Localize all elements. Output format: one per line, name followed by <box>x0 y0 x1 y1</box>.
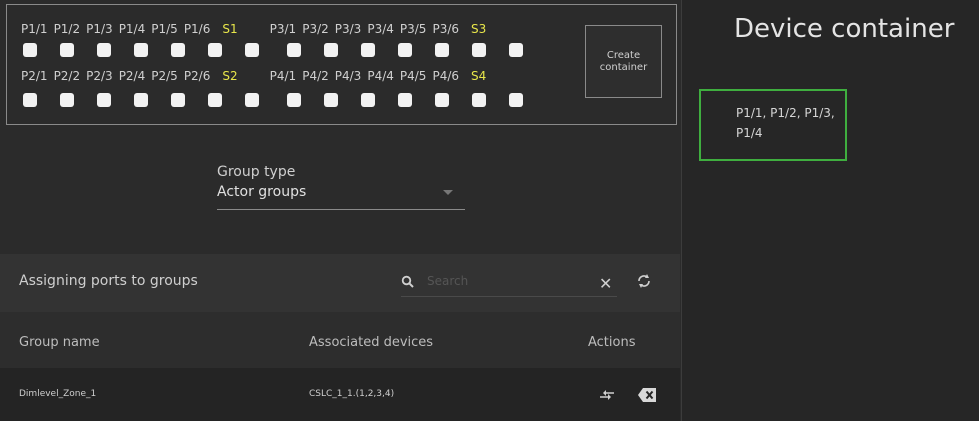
port-checkbox[interactable] <box>60 43 74 57</box>
port-checkbox[interactable] <box>208 43 222 57</box>
search-icon <box>401 274 415 293</box>
port-label: P4/5 <box>399 69 427 83</box>
port-label: P2/5 <box>151 69 178 83</box>
port-label: P3/1 <box>269 22 297 36</box>
port-label: P2/6 <box>183 69 211 83</box>
port-label: P4/4 <box>367 69 394 83</box>
dropdown-caret-icon <box>443 190 453 195</box>
port-labels-row-2: P2/1 P2/2 P2/3 P2/4 P2/5 P2/6 S2 P4/1 P4… <box>21 69 486 83</box>
port-checkbox[interactable] <box>60 93 74 107</box>
port-checkbox[interactable] <box>398 93 412 107</box>
clear-search-icon[interactable]: ✕ <box>599 274 612 293</box>
assign-header: Assigning ports to groups ✕ <box>0 254 680 312</box>
row-associated-devices: CSLC_1_1.(1,2,3,4) <box>309 389 395 399</box>
port-checkbox[interactable] <box>171 43 185 57</box>
slot-checkbox[interactable] <box>245 93 259 107</box>
port-label: P1/6 <box>183 22 211 36</box>
port-label: P2/2 <box>53 69 81 83</box>
port-label: P3/3 <box>334 22 362 36</box>
slot-checkbox[interactable] <box>509 43 523 57</box>
search-input[interactable] <box>425 273 579 289</box>
search-field[interactable] <box>401 271 617 297</box>
create-container-button[interactable]: Create container <box>585 25 662 98</box>
port-checkbox[interactable] <box>208 93 222 107</box>
port-checkbox[interactable] <box>361 43 375 57</box>
port-checkbox[interactable] <box>472 93 486 107</box>
port-checkbox[interactable] <box>324 43 338 57</box>
slot-label-s2: S2 <box>222 69 238 83</box>
col-actions: Actions <box>588 335 636 350</box>
port-label: P1/5 <box>151 22 178 36</box>
group-type-select[interactable]: Group type Actor groups <box>217 164 465 210</box>
group-type-dropdown[interactable]: Actor groups <box>217 184 465 210</box>
port-labels-row-1: P1/1 P1/2 P1/3 P1/4 P1/5 P1/6 S1 P3/1 P3… <box>21 22 486 36</box>
table-row[interactable]: Dimlevel_Zone_1 CSLC_1_1.(1,2,3,4) <box>0 368 680 421</box>
table-header: Group name Associated devices Actions <box>0 312 680 368</box>
group-type-label: Group type <box>217 164 296 180</box>
delete-icon[interactable] <box>637 387 657 406</box>
left-panel: P1/1 P1/2 P1/3 P1/4 P1/5 P1/6 S1 P3/1 P3… <box>0 0 680 421</box>
slot-label-s1: S1 <box>222 22 238 36</box>
assign-title: Assigning ports to groups <box>19 273 198 289</box>
port-label: P1/4 <box>118 22 146 36</box>
slot-checkbox[interactable] <box>509 93 523 107</box>
port-checkbox[interactable] <box>134 93 148 107</box>
device-container-panel: Device container P1/1, P1/2, P1/3, P1/4 <box>681 0 979 421</box>
port-label: P2/4 <box>118 69 146 83</box>
port-checkbox[interactable] <box>23 43 37 57</box>
port-checkbox[interactable] <box>171 93 185 107</box>
port-selection-panel: P1/1 P1/2 P1/3 P1/4 P1/5 P1/6 S1 P3/1 P3… <box>6 4 677 125</box>
device-container-box[interactable]: P1/1, P1/2, P1/3, P1/4 <box>699 89 847 161</box>
port-checkbox[interactable] <box>134 43 148 57</box>
port-label: P1/2 <box>53 22 81 36</box>
port-label: P1/3 <box>86 22 113 36</box>
port-checkbox[interactable] <box>472 43 486 57</box>
col-group-name: Group name <box>19 335 100 350</box>
port-label: P4/1 <box>269 69 297 83</box>
port-label: P4/2 <box>302 69 329 83</box>
port-label: P3/4 <box>367 22 394 36</box>
port-checkbox[interactable] <box>361 93 375 107</box>
port-label: P3/6 <box>432 22 460 36</box>
port-label: P3/2 <box>302 22 329 36</box>
port-label: P2/1 <box>21 69 48 83</box>
group-type-value: Actor groups <box>217 184 307 200</box>
port-checkboxes-row-1 <box>23 43 546 57</box>
port-checkbox[interactable] <box>287 93 301 107</box>
slot-label-s4: S4 <box>471 69 487 83</box>
col-associated-devices: Associated devices <box>309 335 434 350</box>
port-checkbox[interactable] <box>435 93 449 107</box>
port-label: P4/3 <box>334 69 362 83</box>
port-checkbox[interactable] <box>435 43 449 57</box>
port-checkbox[interactable] <box>23 93 37 107</box>
port-checkbox[interactable] <box>287 43 301 57</box>
port-label: P3/5 <box>399 22 427 36</box>
port-checkbox[interactable] <box>324 93 338 107</box>
reassign-icon[interactable] <box>598 388 616 405</box>
port-label: P2/3 <box>86 69 113 83</box>
port-checkbox[interactable] <box>398 43 412 57</box>
port-checkbox[interactable] <box>97 93 111 107</box>
slot-checkbox[interactable] <box>245 43 259 57</box>
slot-label-s3: S3 <box>471 22 487 36</box>
port-label: P4/6 <box>432 69 460 83</box>
port-checkbox[interactable] <box>97 43 111 57</box>
device-container-title: Device container <box>734 14 955 44</box>
refresh-icon[interactable] <box>636 272 652 294</box>
port-checkboxes-row-2 <box>23 93 546 107</box>
row-group-name: Dimlevel_Zone_1 <box>19 389 97 399</box>
port-label: P1/1 <box>21 22 48 36</box>
